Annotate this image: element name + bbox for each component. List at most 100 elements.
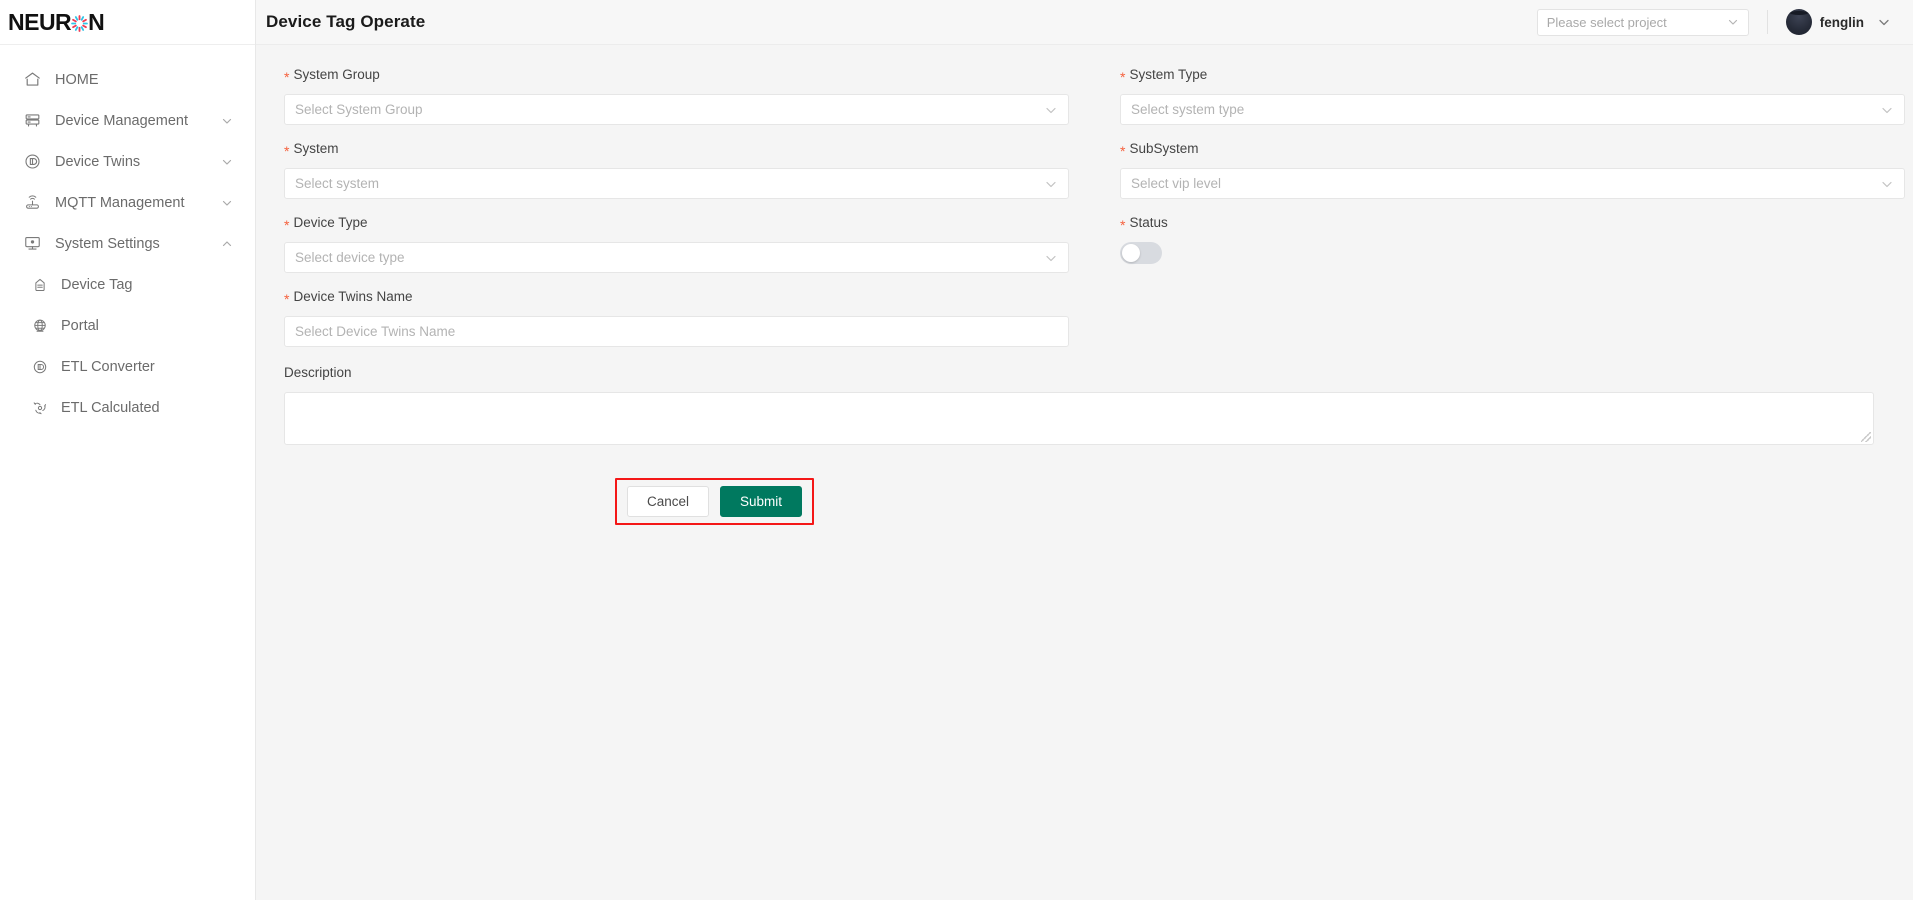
topbar-divider — [1766, 10, 1768, 34]
field-label: * Device Twins Name — [284, 289, 1094, 308]
field-label: * SubSystem — [1120, 141, 1913, 160]
sidebar-item-home[interactable]: HOME — [0, 59, 255, 100]
system-type-select[interactable]: Select system type — [1120, 94, 1905, 125]
neuron-dot-icon — [71, 14, 89, 32]
label-text: Description — [284, 365, 352, 380]
required-asterisk: * — [284, 143, 290, 159]
field-label: * Status — [1120, 215, 1913, 234]
label-text: Device Twins Name — [293, 289, 413, 304]
submit-button[interactable]: Submit — [720, 486, 803, 517]
topbar-right: Please select project fenglin — [1536, 8, 1891, 36]
chevron-down-icon — [1044, 103, 1058, 117]
router-wifi-icon — [22, 193, 42, 213]
chevron-down-icon[interactable] — [1877, 15, 1891, 29]
description-textarea[interactable] — [284, 392, 1874, 445]
sidebar-item-label: Device Twins — [55, 153, 141, 170]
required-asterisk: * — [1120, 69, 1126, 85]
topbar: Device Tag Operate Please select project… — [256, 0, 1913, 45]
sidebar-item-label: Device Management — [55, 112, 188, 129]
user-name: fenglin — [1819, 14, 1864, 30]
sidebar-item-label: Device Tag — [61, 276, 133, 293]
sidebar-item-device-twins[interactable]: Device Twins — [0, 141, 255, 182]
globe-icon — [30, 316, 50, 336]
sidebar-item-etl-calculated[interactable]: ETL Calculated — [0, 387, 255, 428]
label-text: Status — [1129, 215, 1168, 230]
select-placeholder: Select vip level — [1131, 176, 1222, 191]
field-label: * Device Type — [284, 215, 1094, 234]
brand-logo[interactable]: NEUR N — [0, 0, 255, 45]
system-select[interactable]: Select system — [284, 168, 1069, 199]
select-placeholder: Select device type — [295, 250, 405, 265]
sidebar-item-portal[interactable]: Portal — [0, 305, 255, 346]
chevron-down-icon[interactable] — [221, 115, 233, 127]
sidebar-item-system-settings[interactable]: System Settings — [0, 223, 255, 264]
chevron-up-icon[interactable] — [221, 238, 233, 250]
cancel-button[interactable]: Cancel — [626, 486, 709, 517]
monitor-icon — [22, 234, 42, 254]
home-icon — [22, 70, 42, 90]
chevron-down-icon — [1044, 177, 1058, 191]
field-system-type: * System Type Select system type — [1120, 67, 1913, 125]
subsystem-select[interactable]: Select vip level — [1120, 168, 1905, 199]
status-toggle[interactable] — [1120, 242, 1162, 264]
form-actions: Cancel Submit — [256, 478, 1913, 525]
sidebar-item-device-management[interactable]: Device Management — [0, 100, 255, 141]
user-menu[interactable]: fenglin — [1785, 9, 1891, 35]
field-subsystem: * SubSystem Select vip level — [1120, 141, 1913, 199]
sidebar-item-label: Portal — [61, 317, 99, 334]
device-type-select[interactable]: Select device type — [284, 242, 1069, 273]
project-select[interactable]: Please select project — [1536, 8, 1749, 36]
sidebar-item-mqtt-management[interactable]: MQTT Management — [0, 182, 255, 223]
chevron-down-icon[interactable] — [221, 156, 233, 168]
sidebar-item-label: ETL Converter — [61, 358, 155, 375]
label-text: System — [293, 141, 339, 156]
form-content: * System Group Select System Group * Sys… — [256, 45, 1913, 900]
label-text: SubSystem — [1129, 141, 1199, 156]
field-label: Description — [284, 365, 1913, 384]
sidebar-item-label: MQTT Management — [55, 194, 185, 211]
select-placeholder: Select system — [295, 176, 380, 191]
field-status: * Status — [1120, 215, 1913, 273]
avatar — [1785, 9, 1812, 35]
sidebar-nav: HOME Device Management Device Twins MQTT… — [0, 45, 255, 428]
input-placeholder: Select Device Twins Name — [295, 324, 456, 339]
sidebar-item-etl-converter[interactable]: ETL Converter — [0, 346, 255, 387]
brand-name-part2: N — [88, 8, 105, 35]
twins-circle-icon — [22, 152, 42, 172]
converter-circle-icon — [30, 357, 50, 377]
required-asterisk: * — [1120, 143, 1126, 159]
field-system: * System Select system — [284, 141, 1094, 199]
required-asterisk: * — [1120, 217, 1126, 233]
field-device-twins-name: * Device Twins Name Select Device Twins … — [284, 289, 1094, 347]
field-description: Description — [256, 365, 1913, 445]
required-asterisk: * — [284, 291, 290, 307]
required-asterisk: * — [284, 69, 290, 85]
system-group-select[interactable]: Select System Group — [284, 94, 1069, 125]
field-label: * System — [284, 141, 1094, 160]
field-system-group: * System Group Select System Group — [284, 67, 1094, 125]
sidebar-item-device-tag[interactable]: Device Tag — [0, 264, 255, 305]
form-grid: * System Group Select System Group * Sys… — [256, 67, 1913, 363]
project-select-value: Please select project — [1546, 14, 1667, 30]
actions-highlight-box: Cancel Submit — [614, 478, 815, 525]
chevron-down-icon — [1044, 251, 1058, 265]
calculated-gear-icon — [30, 398, 50, 418]
sidebar: NEUR N HOME Device Management Device Twi… — [0, 0, 256, 900]
label-text: Device Type — [293, 215, 368, 230]
tag-device-icon — [30, 275, 50, 295]
field-label: * System Type — [1120, 67, 1913, 86]
chevron-down-icon[interactable] — [221, 197, 233, 209]
sidebar-item-label: HOME — [55, 71, 99, 88]
chevron-down-icon — [1880, 177, 1894, 191]
chevron-down-icon — [1727, 16, 1739, 28]
server-icon — [22, 111, 42, 131]
sidebar-item-label: ETL Calculated — [61, 399, 160, 416]
field-label: * System Group — [284, 67, 1094, 86]
field-device-type: * Device Type Select device type — [284, 215, 1094, 273]
device-twins-name-input[interactable]: Select Device Twins Name — [284, 316, 1069, 347]
select-placeholder: Select system type — [1131, 102, 1245, 117]
page-title: Device Tag Operate — [266, 12, 426, 31]
chevron-down-icon — [1880, 103, 1894, 117]
label-text: System Group — [293, 67, 380, 82]
